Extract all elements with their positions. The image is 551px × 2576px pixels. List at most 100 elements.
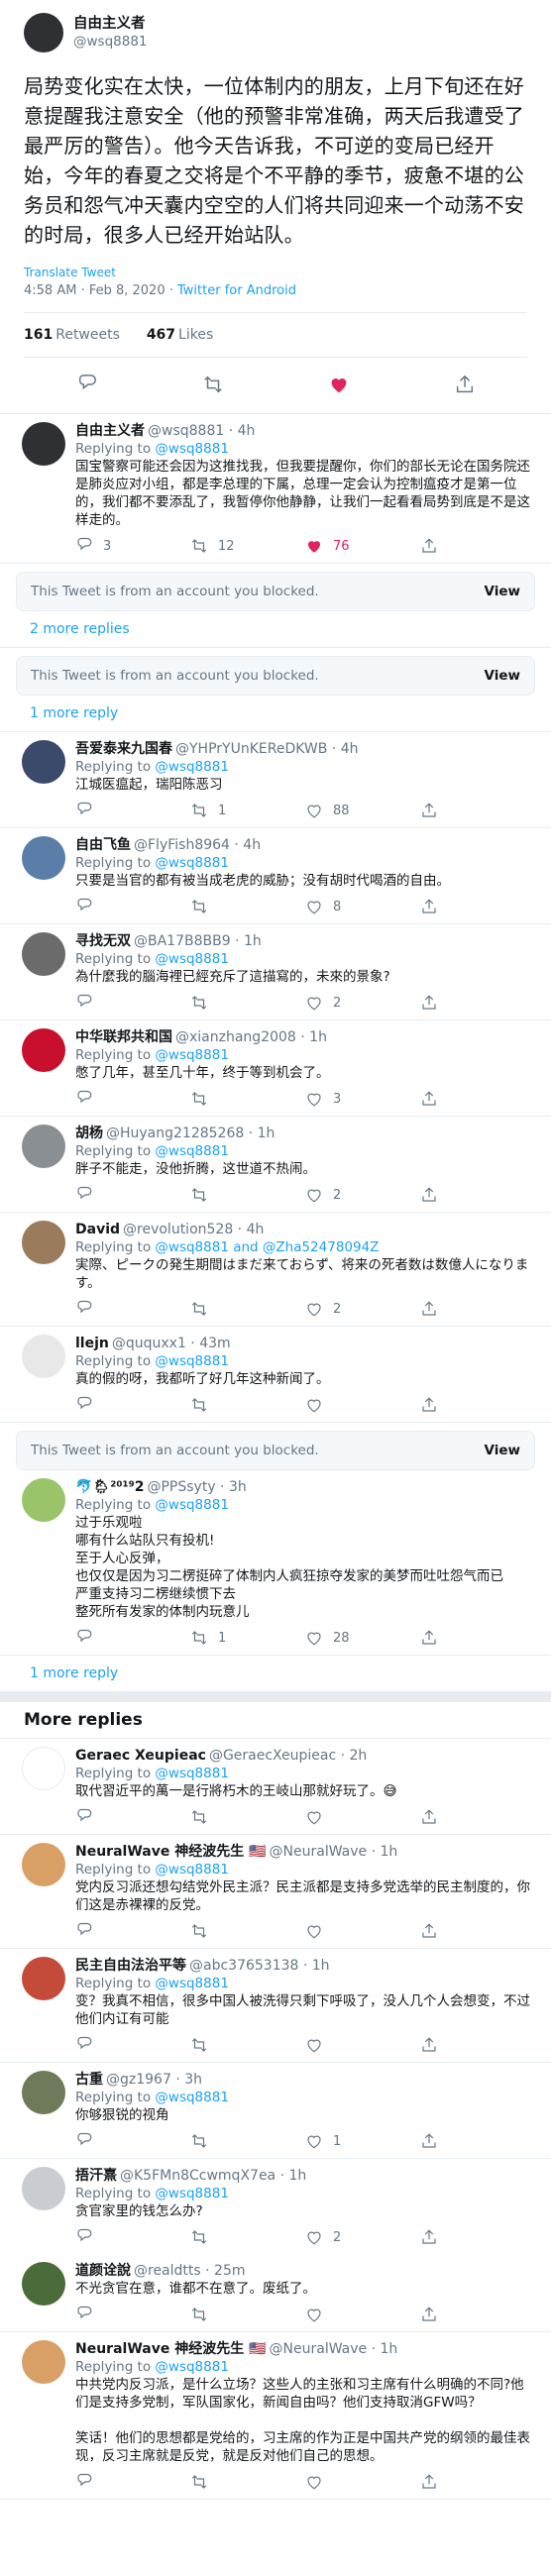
share-icon[interactable] — [420, 1186, 438, 1204]
reply-author-name[interactable]: 古重 — [75, 2072, 103, 2088]
reply-author-name[interactable]: 道颜诠說 — [75, 2263, 131, 2279]
list-item[interactable]: 自由飞鱼 @FlyFish8964 · 4h Replying to @wsq88… — [0, 828, 551, 924]
list-item[interactable]: llejn @ququxx1 · 43m Replying to @wsq8881… — [0, 1327, 551, 1423]
retweet-icon[interactable] — [190, 1186, 208, 1204]
retweet-icon[interactable] — [190, 802, 208, 819]
mention-link[interactable]: @wsq8881 — [155, 2090, 229, 2105]
mention-link[interactable]: @wsq8881 — [155, 441, 229, 457]
mention-link[interactable]: @wsq8881 — [155, 1766, 229, 1781]
list-item[interactable]: 捂汗熹 @K5FMn8CcwmqX7ea · 1h Replying to @ws… — [0, 2159, 551, 2254]
retweet-icon[interactable] — [190, 1808, 208, 1826]
mention-link[interactable]: @wsq8881 — [155, 1497, 229, 1513]
share-icon[interactable] — [420, 1396, 438, 1414]
reply-icon[interactable] — [75, 1922, 93, 1940]
avatar[interactable] — [22, 836, 65, 880]
reply-icon[interactable] — [75, 1300, 93, 1318]
reply-author-name[interactable]: 民主自由法治平等 — [75, 1958, 186, 1974]
avatar[interactable] — [22, 2340, 65, 2384]
reply-icon[interactable] — [75, 802, 93, 819]
like-icon[interactable] — [305, 2473, 323, 2491]
list-item[interactable]: 中华联邦共和国 @xianzhang2008 · 1h Replying to @… — [0, 1020, 551, 1117]
reply-author-handle[interactable]: @BA17B8BB9 · 1h — [134, 933, 262, 949]
like-icon[interactable] — [305, 1808, 323, 1826]
retweet-icon[interactable] — [190, 2228, 208, 2246]
reply-icon[interactable] — [75, 2228, 93, 2246]
share-icon[interactable] — [420, 2473, 438, 2491]
retweet-icon[interactable] — [190, 1396, 208, 1414]
retweet-icon[interactable] — [190, 2473, 208, 2491]
list-item[interactable]: NeuralWave 神经波先生 🇺🇸 @NeuralWave · 1h Repl… — [0, 2332, 551, 2500]
like-icon[interactable] — [305, 537, 323, 555]
list-item[interactable]: 吾爱泰来九国春 @YHPrYUnKEReDKWB · 4h Replying to… — [0, 732, 551, 828]
avatar[interactable] — [22, 1478, 65, 1522]
view-button[interactable]: View — [485, 668, 520, 684]
share-icon[interactable] — [420, 537, 438, 555]
share-icon[interactable] — [420, 1090, 438, 1108]
reply-author-name[interactable]: 吾爱泰来九国春 — [75, 741, 172, 757]
avatar[interactable] — [22, 2071, 65, 2114]
reply-icon[interactable] — [75, 994, 93, 1012]
retweet-icon[interactable] — [202, 374, 224, 395]
reply-author-handle[interactable]: @wsq8881 · 4h — [148, 423, 255, 439]
avatar[interactable] — [22, 2167, 65, 2210]
reply-icon[interactable] — [75, 537, 93, 555]
share-icon[interactable] — [420, 1808, 438, 1826]
avatar[interactable] — [22, 740, 65, 784]
list-item[interactable]: 自由主义者 @wsq8881 · 4h Replying to @wsq8881 … — [0, 414, 551, 564]
list-item[interactable]: 民主自由法治平等 @abc37653138 · 1h Replying to @w… — [0, 1949, 551, 2063]
like-icon[interactable] — [305, 898, 323, 915]
share-icon[interactable] — [420, 994, 438, 1012]
reply-author-handle[interactable]: @YHPrYUnKEReDKWB · 4h — [175, 741, 358, 757]
share-icon[interactable] — [420, 1922, 438, 1940]
reply-author-handle[interactable]: @realdtts · 25m — [134, 2263, 246, 2279]
reply-icon[interactable] — [75, 1396, 93, 1414]
mention-link[interactable]: @wsq8881 — [155, 2186, 229, 2201]
avatar[interactable] — [22, 1221, 65, 1264]
author-handle[interactable]: @wsq8881 — [73, 33, 148, 51]
avatar[interactable] — [22, 1957, 65, 2000]
mention-link[interactable]: @wsq8881 — [155, 759, 229, 775]
avatar[interactable] — [22, 1125, 65, 1168]
reply-icon[interactable] — [75, 2473, 93, 2491]
like-icon[interactable] — [305, 1300, 323, 1318]
avatar[interactable] — [22, 1747, 65, 1790]
like-icon[interactable] — [305, 802, 323, 819]
list-item[interactable]: 道颜诠說 @realdtts · 25m 不光贪官在意，谁都不在意了。废纸了。 — [0, 2254, 551, 2332]
share-icon[interactable] — [420, 2228, 438, 2246]
retweet-icon[interactable] — [190, 2036, 208, 2054]
retweets-stat[interactable]: 161 Retweets — [24, 327, 120, 343]
like-icon[interactable] — [305, 1922, 323, 1940]
author-name[interactable]: 自由主义者 — [73, 15, 148, 33]
reply-author-name[interactable]: David — [75, 1222, 120, 1237]
mention-link[interactable]: @wsq8881 — [155, 951, 229, 967]
share-icon[interactable] — [420, 2036, 438, 2054]
retweet-icon[interactable] — [190, 537, 208, 555]
retweet-icon[interactable] — [190, 2306, 208, 2323]
reply-author-name[interactable]: 🐬🌦²⁰¹⁹2 — [75, 1479, 144, 1495]
reply-icon[interactable] — [75, 2306, 93, 2323]
list-item[interactable]: NeuralWave 神经波先生 🇺🇸 @NeuralWave · 1h Repl… — [0, 1835, 551, 1949]
avatar[interactable] — [22, 1028, 65, 1072]
like-icon[interactable] — [305, 2036, 323, 2054]
avatar[interactable] — [22, 422, 65, 466]
like-icon[interactable] — [305, 1629, 323, 1647]
reply-author-handle[interactable]: @NeuralWave · 1h — [270, 1844, 398, 1860]
reply-author-name[interactable]: NeuralWave 神经波先生 🇺🇸 — [75, 1844, 267, 1860]
reply-icon[interactable] — [75, 2036, 93, 2054]
list-item[interactable]: 古重 @gz1967 · 3h Replying to @wsq8881 你够狠锐… — [0, 2063, 551, 2159]
reply-author-handle[interactable]: @K5FMn8CcwmqX7ea · 1h — [120, 2168, 306, 2184]
reply-author-handle[interactable]: @gz1967 · 3h — [106, 2072, 202, 2088]
reply-author-handle[interactable]: @GeraecXeupieac · 2h — [209, 1748, 367, 1764]
reply-icon[interactable] — [75, 1808, 93, 1826]
more-replies-link[interactable]: 1 more reply — [0, 696, 551, 732]
share-icon[interactable] — [420, 802, 438, 819]
reply-author-handle[interactable]: @Huyang21285268 · 1h — [106, 1126, 275, 1141]
reply-author-name[interactable]: 捂汗熹 — [75, 2168, 117, 2184]
reply-icon[interactable] — [75, 898, 93, 915]
reply-author-name[interactable]: Geraec Xeupieac — [75, 1748, 206, 1764]
mention-link[interactable]: @wsq8881 — [155, 855, 229, 871]
list-item[interactable]: 胡杨 @Huyang21285268 · 1h Replying to @wsq8… — [0, 1117, 551, 1213]
retweet-icon[interactable] — [190, 1629, 208, 1647]
reply-author-handle[interactable]: @revolution528 · 4h — [123, 1222, 264, 1237]
like-icon[interactable] — [328, 374, 350, 395]
